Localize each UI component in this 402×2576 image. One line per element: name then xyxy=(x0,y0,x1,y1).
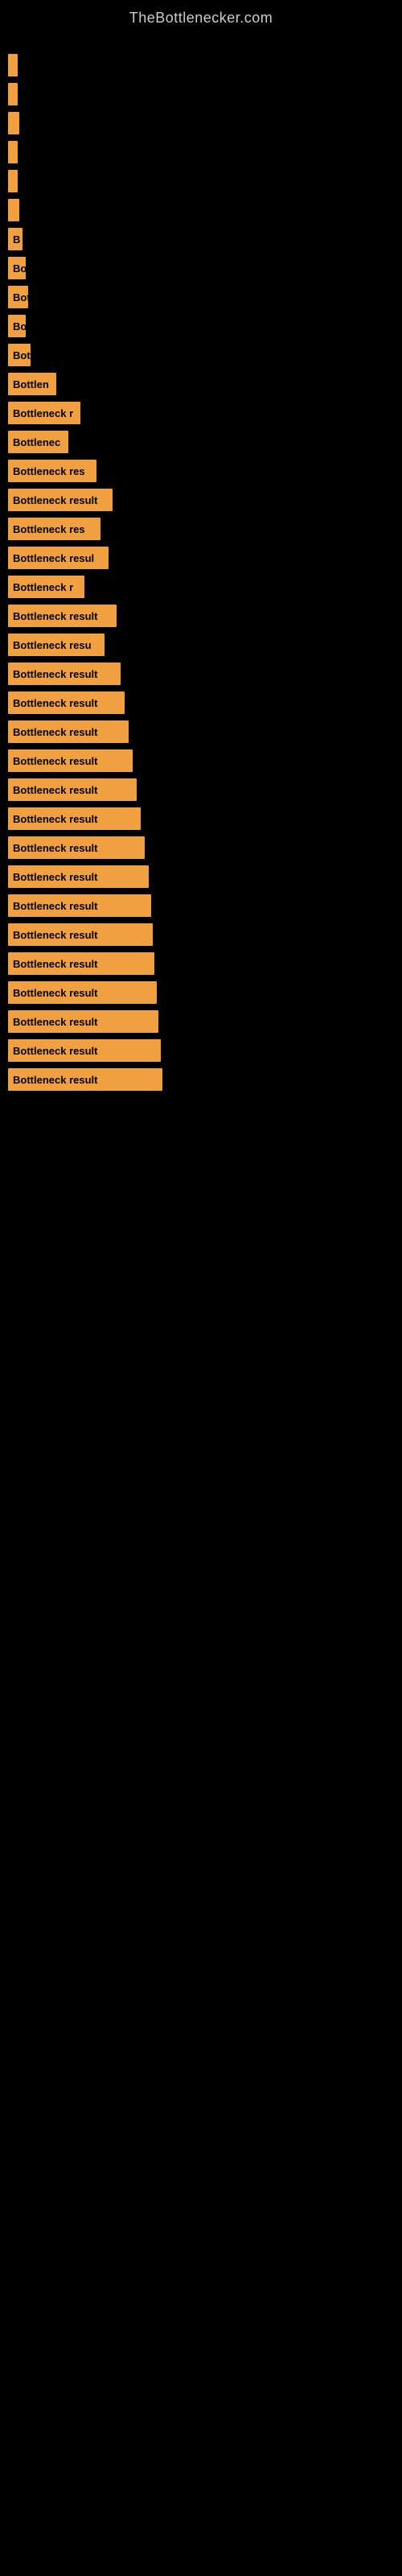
bar-row xyxy=(8,110,394,136)
bar-label: Bottleneck result xyxy=(8,807,141,830)
bar-label: Bottleneck result xyxy=(8,691,125,714)
bar-label: Bottleneck res xyxy=(8,460,96,482)
bar-label: Bottlenec xyxy=(8,431,68,453)
bar-row: Bottlen xyxy=(8,371,394,397)
bar-row: Bottleneck r xyxy=(8,574,394,600)
bar-row: Bottleneck res xyxy=(8,516,394,542)
bar-row: Bottleneck result xyxy=(8,719,394,745)
bar-row xyxy=(8,81,394,107)
bar-label xyxy=(8,112,19,134)
bar-label: Bottleneck result xyxy=(8,1039,161,1062)
bar-label xyxy=(8,54,18,76)
bar-row: Bottlenec xyxy=(8,429,394,455)
bar-label: Bottleneck result xyxy=(8,778,137,801)
bar-label: Bo xyxy=(8,315,26,337)
bar-label: Bottleneck resu xyxy=(8,634,105,656)
bar-label: Bottleneck result xyxy=(8,894,151,917)
bar-row: Bot xyxy=(8,342,394,368)
bar-row: Bottleneck result xyxy=(8,922,394,947)
bar-label: Bottleneck result xyxy=(8,489,113,511)
bar-row: Bottleneck result xyxy=(8,835,394,861)
bar-row: Bottleneck result xyxy=(8,1038,394,1063)
bar-label xyxy=(8,170,18,192)
bar-label: Bo xyxy=(8,257,26,279)
bar-label: B xyxy=(8,228,23,250)
bar-label xyxy=(8,199,19,221)
bar-label: Bottlen xyxy=(8,373,56,395)
bar-label xyxy=(8,83,18,105)
bar-label: Bot xyxy=(8,344,31,366)
bar-row: Bottleneck result xyxy=(8,980,394,1005)
bar-row xyxy=(8,197,394,223)
bar-row: Bottleneck result xyxy=(8,690,394,716)
bar-row: Bottleneck result xyxy=(8,603,394,629)
bar-label: Bottleneck resul xyxy=(8,547,109,569)
bar-label: Bottleneck result xyxy=(8,865,149,888)
bar-row: Bottleneck r xyxy=(8,400,394,426)
bar-row: Bottleneck result xyxy=(8,748,394,774)
bar-row: Bot xyxy=(8,284,394,310)
bar-row: Bottleneck result xyxy=(8,864,394,890)
bar-row: Bottleneck result xyxy=(8,893,394,919)
bar-row: Bottleneck result xyxy=(8,1009,394,1034)
bar-label: Bottleneck res xyxy=(8,518,100,540)
bar-label: Bottleneck result xyxy=(8,749,133,772)
bar-label: Bottleneck result xyxy=(8,1068,162,1091)
bar-row: Bottleneck result xyxy=(8,1067,394,1092)
bar-row: B xyxy=(8,226,394,252)
bar-row xyxy=(8,168,394,194)
bar-label: Bot xyxy=(8,286,28,308)
bar-label: Bottleneck result xyxy=(8,836,145,859)
bar-label: Bottleneck r xyxy=(8,402,80,424)
bar-row: Bottleneck result xyxy=(8,806,394,832)
bar-label: Bottleneck result xyxy=(8,1010,158,1033)
bar-label xyxy=(8,141,18,163)
bar-row: Bottleneck resul xyxy=(8,545,394,571)
bar-row: Bottleneck result xyxy=(8,777,394,803)
bars-section: B Bo Bot Bo Bot Bottlen Bottleneck r Bottlenec B… xyxy=(0,33,402,1104)
bar-row: Bottleneck res xyxy=(8,458,394,484)
bar-row xyxy=(8,139,394,165)
site-title: TheBottlenecker.com xyxy=(0,0,402,33)
bar-label: Bottleneck result xyxy=(8,720,129,743)
bar-row: Bottleneck result xyxy=(8,661,394,687)
bar-label: Bottleneck r xyxy=(8,576,84,598)
bar-label: Bottleneck result xyxy=(8,952,154,975)
bar-row xyxy=(8,52,394,78)
bar-label: Bottleneck result xyxy=(8,605,117,627)
bar-row: Bottleneck result xyxy=(8,951,394,976)
bar-row: Bo xyxy=(8,313,394,339)
bar-label: Bottleneck result xyxy=(8,981,157,1004)
page-container: TheBottlenecker.com B Bo Bot Bo Bot Bottlen Bo… xyxy=(0,0,402,2576)
bar-row: Bottleneck resu xyxy=(8,632,394,658)
bar-row: Bottleneck result xyxy=(8,487,394,513)
bar-row: Bo xyxy=(8,255,394,281)
bar-label: Bottleneck result xyxy=(8,923,153,946)
bar-label: Bottleneck result xyxy=(8,663,121,685)
